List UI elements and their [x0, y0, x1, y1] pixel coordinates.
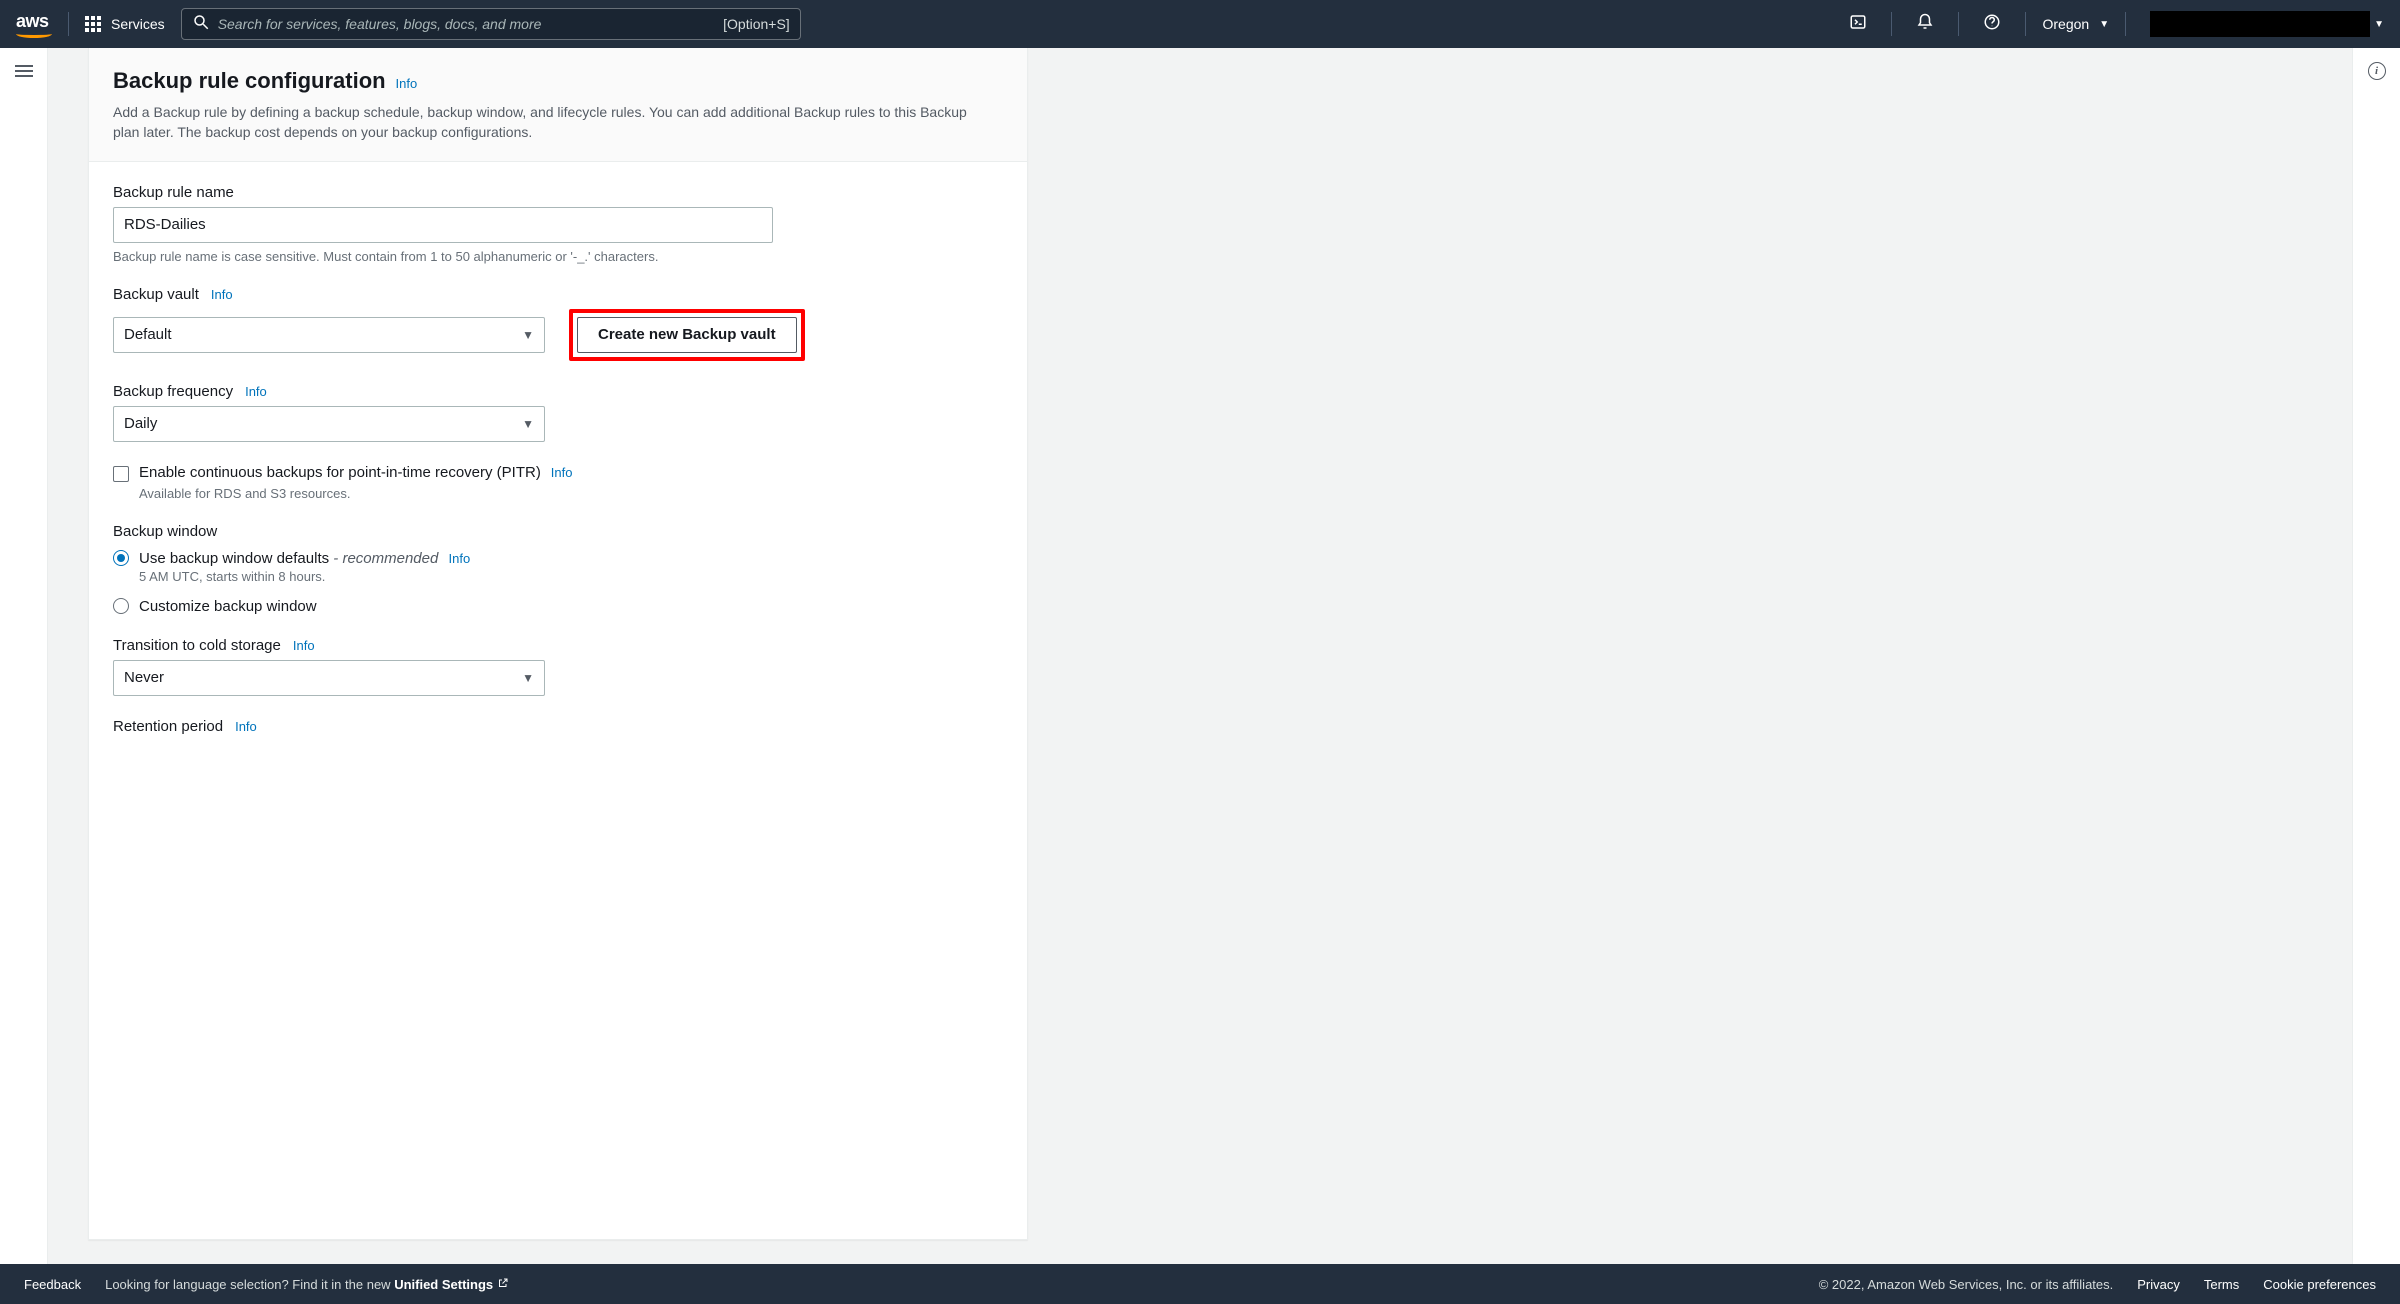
divider	[68, 12, 69, 36]
panel-info-link[interactable]: Info	[395, 76, 417, 91]
field-rule-name: Backup rule name Backup rule name is cas…	[113, 184, 1003, 264]
field-pitr: Enable continuous backups for point-in-t…	[113, 464, 1003, 501]
window-defaults-info-link[interactable]: Info	[449, 551, 471, 566]
aws-logo[interactable]: aws	[16, 11, 52, 38]
window-defaults-recommended: - recommended	[333, 550, 438, 567]
console-footer: Feedback Looking for language selection?…	[0, 1264, 2400, 1304]
cold-select[interactable]: Never ▼	[113, 660, 545, 696]
vault-info-link[interactable]: Info	[211, 287, 233, 302]
services-label: Services	[111, 16, 165, 32]
info-panel-toggle-icon[interactable]: i	[2368, 62, 2386, 80]
window-label: Backup window	[113, 523, 217, 540]
panel-description: Add a Backup rule by defining a backup s…	[113, 102, 993, 143]
right-rail: i	[2352, 48, 2400, 1264]
divider	[1891, 12, 1892, 36]
divider	[1958, 12, 1959, 36]
chevron-down-icon: ▼	[2374, 19, 2384, 30]
region-label: Oregon	[2042, 16, 2089, 32]
rule-name-label: Backup rule name	[113, 184, 234, 201]
window-defaults-hint: 5 AM UTC, starts within 8 hours.	[139, 569, 1003, 584]
search-icon	[192, 13, 210, 35]
window-customize-label: Customize backup window	[139, 598, 317, 615]
window-defaults-radio[interactable]	[113, 550, 129, 566]
cookie-preferences-link[interactable]: Cookie preferences	[2263, 1277, 2376, 1292]
feedback-link[interactable]: Feedback	[24, 1277, 81, 1292]
retention-info-link[interactable]: Info	[235, 719, 257, 734]
search-shortcut: [Option+S]	[723, 16, 790, 32]
unified-settings-link[interactable]: Unified Settings	[394, 1277, 509, 1292]
vault-label: Backup vault	[113, 286, 199, 303]
search-input[interactable]	[218, 16, 723, 32]
services-grid-icon	[85, 16, 101, 32]
field-retention: Retention period Info	[113, 718, 1003, 735]
chevron-down-icon: ▼	[522, 671, 534, 685]
frequency-label: Backup frequency	[113, 383, 233, 400]
chevron-down-icon: ▼	[522, 417, 534, 431]
panel-header: Backup rule configuration Info Add a Bac…	[89, 48, 1027, 162]
panel-title: Backup rule configuration	[113, 68, 386, 93]
privacy-link[interactable]: Privacy	[2137, 1277, 2180, 1292]
frequency-info-link[interactable]: Info	[245, 384, 267, 399]
pitr-hint: Available for RDS and S3 resources.	[139, 486, 1003, 501]
services-menu[interactable]: Services	[85, 16, 165, 32]
vault-select-value: Default	[124, 326, 172, 343]
top-nav: aws Services [Option+S] Oregon ▼ ▼	[0, 0, 2400, 48]
footer-language-prompt: Looking for language selection? Find it …	[105, 1277, 509, 1292]
main-content: Backup rule configuration Info Add a Bac…	[48, 48, 2352, 1264]
external-link-icon	[497, 1277, 509, 1292]
window-defaults-label: Use backup window defaults	[139, 550, 329, 567]
retention-label: Retention period	[113, 718, 223, 735]
rule-name-input[interactable]	[113, 207, 773, 243]
chevron-down-icon: ▼	[522, 328, 534, 342]
field-backup-vault: Backup vault Info Default ▼ Create new B…	[113, 286, 1003, 361]
global-search[interactable]: [Option+S]	[181, 8, 801, 40]
footer-copyright: © 2022, Amazon Web Services, Inc. or its…	[1819, 1277, 2114, 1292]
account-id-redacted	[2150, 11, 2370, 37]
notifications-icon[interactable]	[1908, 13, 1942, 36]
left-rail	[0, 48, 48, 1264]
field-cold-storage: Transition to cold storage Info Never ▼	[113, 637, 1003, 696]
divider	[2125, 12, 2126, 36]
rule-name-hint: Backup rule name is case sensitive. Must…	[113, 249, 1003, 264]
cold-select-value: Never	[124, 669, 164, 686]
cold-label: Transition to cold storage	[113, 637, 281, 654]
highlight-annotation: Create new Backup vault	[569, 309, 805, 361]
pitr-info-link[interactable]: Info	[551, 465, 573, 480]
frequency-select[interactable]: Daily ▼	[113, 406, 545, 442]
terms-link[interactable]: Terms	[2204, 1277, 2239, 1292]
frequency-select-value: Daily	[124, 415, 157, 432]
create-vault-button-label: Create new Backup vault	[598, 326, 776, 343]
vault-select[interactable]: Default ▼	[113, 317, 545, 353]
cold-info-link[interactable]: Info	[293, 638, 315, 653]
region-selector[interactable]: Oregon ▼	[2042, 16, 2109, 32]
pitr-label: Enable continuous backups for point-in-t…	[139, 464, 541, 481]
help-icon[interactable]	[1975, 13, 2009, 36]
divider	[2025, 12, 2026, 36]
field-frequency: Backup frequency Info Daily ▼	[113, 383, 1003, 442]
sidebar-toggle-icon[interactable]	[15, 62, 33, 80]
backup-rule-panel: Backup rule configuration Info Add a Bac…	[88, 48, 1028, 1240]
window-customize-radio[interactable]	[113, 598, 129, 614]
account-menu[interactable]: ▼	[2142, 11, 2384, 37]
create-vault-button[interactable]: Create new Backup vault	[577, 317, 797, 353]
field-backup-window: Backup window Use backup window defaults…	[113, 523, 1003, 615]
cloudshell-icon[interactable]	[1841, 13, 1875, 36]
chevron-down-icon: ▼	[2099, 19, 2109, 30]
pitr-checkbox[interactable]	[113, 466, 129, 482]
